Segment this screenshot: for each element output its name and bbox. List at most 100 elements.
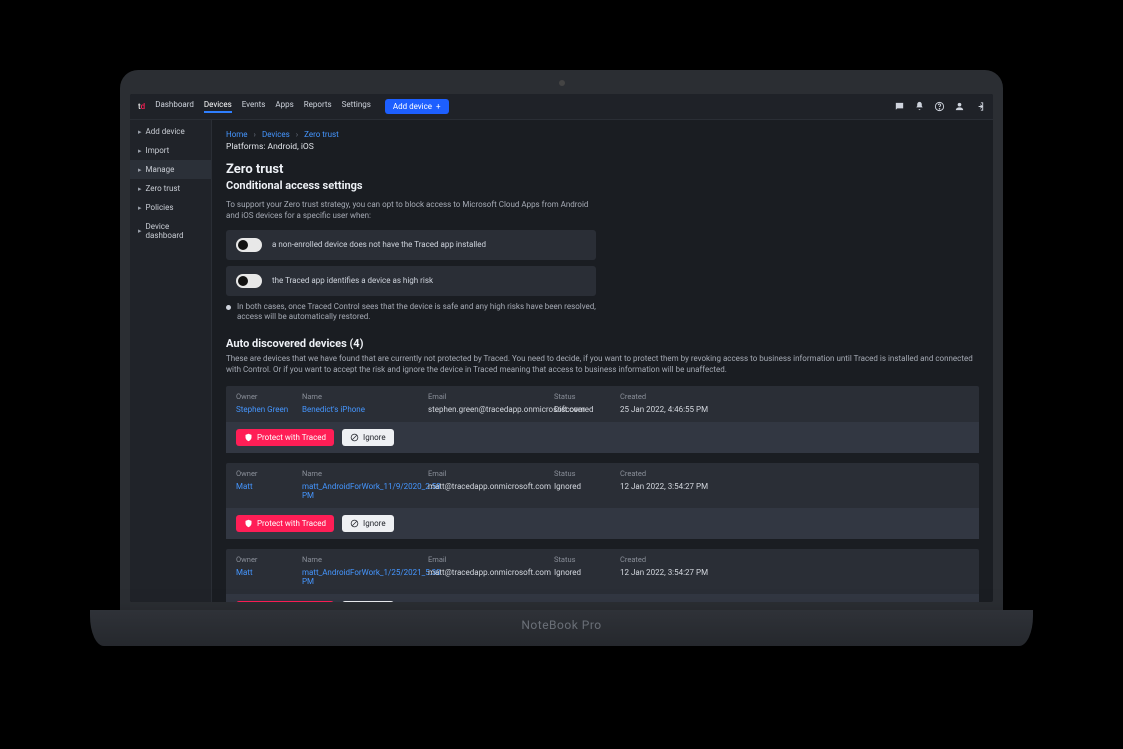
cancel-icon [350,433,359,442]
main-content: Home › Devices › Zero trust Platforms: A… [212,120,993,602]
device-owner[interactable]: Matt [236,568,296,586]
protect-button[interactable]: Protect with Traced [236,429,334,446]
col-name: Name [302,392,422,401]
breadcrumb-home[interactable]: Home [226,130,248,139]
cancel-icon [350,519,359,528]
nav-links: Dashboard Devices Events Apps Reports Se… [155,100,371,113]
help-icon[interactable] [933,101,945,113]
logo: td [138,102,145,111]
breadcrumb-devices[interactable]: Devices [262,130,290,139]
shield-icon [244,519,253,528]
bell-icon[interactable] [913,101,925,113]
col-name: Name [302,469,422,478]
sidebar-item-label: Add device [146,127,185,136]
ignore-button[interactable]: Ignore [342,601,394,602]
sidebar-item-label: Device dashboard [146,222,203,240]
sidebar-item-manage[interactable]: ▸Manage [130,160,211,179]
breadcrumb-sep: › [296,130,298,139]
chat-icon[interactable] [893,101,905,113]
breadcrumb-zero-trust[interactable]: Zero trust [304,130,339,139]
col-owner: Owner [236,469,296,478]
col-owner: Owner [236,392,296,401]
sidebar-item-add-device[interactable]: ▸ Add device [130,122,211,141]
sidebar-item-label: Manage [146,165,175,174]
caret-icon: ▸ [138,147,142,155]
toggle-switch[interactable] [236,274,262,288]
toggle-high-risk[interactable]: the Traced app identifies a device as hi… [226,266,596,296]
device-card: Owner Name Email Status Created Matt mat… [226,549,979,602]
device-created: 12 Jan 2022, 3:54:27 PM [620,568,760,586]
ignore-button[interactable]: Ignore [342,429,394,446]
device-card: Owner Name Email Status Created Matt mat… [226,463,979,539]
devices-section-help: These are devices that we have found tha… [226,354,979,376]
caret-icon: ▸ [138,204,142,212]
logo-d: d [141,102,146,111]
toggle-label: a non-enrolled device does not have the … [272,240,486,249]
device-status: Ignored [554,568,614,586]
device-email: stephen.green@tracedapp.onmicrosoft.com [428,405,548,414]
shield-icon [244,433,253,442]
device-status: Discovered [554,405,614,414]
laptop-base: NoteBook Pro [90,610,1033,646]
nav-events[interactable]: Events [242,100,266,113]
nav-apps[interactable]: Apps [275,100,293,113]
col-created: Created [620,392,760,401]
devices-section-title: Auto discovered devices (4) [226,337,979,350]
sidebar-item-label: Zero trust [146,184,181,193]
sidebar-item-policies[interactable]: ▸ Policies [130,198,211,217]
info-note-text: In both cases, once Traced Control sees … [237,302,606,324]
caret-icon: ▸ [138,227,142,235]
protect-label: Protect with Traced [257,519,326,528]
sidebar-item-import[interactable]: ▸ Import [130,141,211,160]
account-icon[interactable] [953,101,965,113]
laptop-label: NoteBook Pro [90,610,1033,632]
device-name[interactable]: matt_AndroidForWork_11/9/2020_2:58 PM [302,482,422,500]
col-email: Email [428,469,548,478]
breadcrumb: Home › Devices › Zero trust [226,130,979,139]
device-owner[interactable]: Matt [236,482,296,500]
caret-icon: ▸ [138,185,142,193]
ignore-label: Ignore [363,433,386,442]
bullet-icon [226,305,231,310]
col-email: Email [428,392,548,401]
nav-settings[interactable]: Settings [342,100,371,113]
col-status: Status [554,555,614,564]
toggle-label: the Traced app identifies a device as hi… [272,276,433,285]
info-note: In both cases, once Traced Control sees … [226,302,606,324]
sidebar-item-device-dashboard[interactable]: ▸ Device dashboard [130,217,211,245]
page-title: Zero trust [226,162,979,177]
protect-label: Protect with Traced [257,433,326,442]
device-created: 12 Jan 2022, 3:54:27 PM [620,482,760,500]
logout-icon[interactable] [973,101,985,113]
help-text: To support your Zero trust strategy, you… [226,200,596,222]
protect-button[interactable]: Protect with Traced [236,601,334,602]
col-name: Name [302,555,422,564]
nav-dashboard[interactable]: Dashboard [155,100,194,113]
col-created: Created [620,555,760,564]
device-email: matt@tracedapp.onmicrosoft.com [428,568,548,586]
nav-devices[interactable]: Devices [204,100,232,113]
col-status: Status [554,392,614,401]
toggle-switch[interactable] [236,238,262,252]
ignore-label: Ignore [363,519,386,528]
protect-button[interactable]: Protect with Traced [236,515,334,532]
camera-dot [559,80,565,86]
caret-icon: ▸ [138,128,142,136]
nav-reports[interactable]: Reports [304,100,332,113]
col-status: Status [554,469,614,478]
sidebar-item-zero-trust[interactable]: ▸ Zero trust [130,179,211,198]
device-name[interactable]: Benedict's iPhone [302,405,422,414]
add-device-button[interactable]: Add device + [385,99,449,114]
sidebar-item-label: Import [146,146,170,155]
col-owner: Owner [236,555,296,564]
sidebar-item-label: Policies [146,203,174,212]
add-device-label: Add device [393,102,432,111]
breadcrumb-sep: › [254,130,256,139]
toggle-non-enrolled[interactable]: a non-enrolled device does not have the … [226,230,596,260]
plus-icon: + [436,102,441,111]
device-owner[interactable]: Stephen Green [236,405,296,414]
device-email: matt@tracedapp.onmicrosoft.com [428,482,548,500]
page-subtitle: Conditional access settings [226,179,979,192]
device-name[interactable]: matt_AndroidForWork_1/25/2021_5:30 PM [302,568,422,586]
ignore-button[interactable]: Ignore [342,515,394,532]
